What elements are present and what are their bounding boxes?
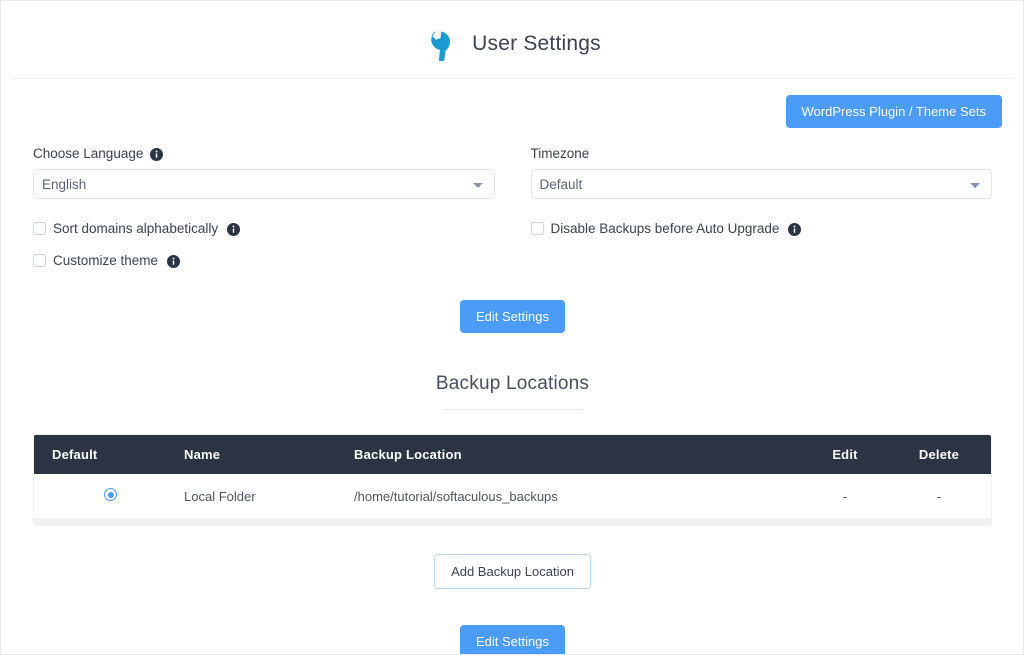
edit-settings-row-top: Edit Settings xyxy=(23,300,1002,333)
sort-domains-label: Sort domains alphabetically xyxy=(53,221,219,236)
language-label: Choose Language xyxy=(33,146,495,161)
edit-settings-button-top[interactable]: Edit Settings xyxy=(460,300,565,333)
backup-locations-table-wrap: Default Name Backup Location Edit Delete xyxy=(33,434,992,526)
language-label-text: Choose Language xyxy=(33,146,144,161)
backup-locations-heading: Backup Locations xyxy=(23,373,1002,410)
wordpress-plugin-theme-sets-button[interactable]: WordPress Plugin / Theme Sets xyxy=(785,95,1002,128)
timezone-label-text: Timezone xyxy=(530,146,590,161)
column-header-delete: Delete xyxy=(887,435,991,474)
sort-domains-checkbox[interactable] xyxy=(33,222,46,235)
table-head: Default Name Backup Location Edit Delete xyxy=(34,435,991,474)
info-icon[interactable] xyxy=(150,148,164,161)
page-body: WordPress Plugin / Theme Sets Choose Lan… xyxy=(11,79,1014,654)
customize-theme-checkbox[interactable] xyxy=(33,254,46,267)
form-column-right: Timezone Default Disable Backups before … xyxy=(530,146,993,268)
page-header: User Settings xyxy=(11,10,1014,79)
disable-backups-row: Disable Backups before Auto Upgrade xyxy=(530,221,993,236)
heading-divider xyxy=(442,409,583,410)
user-settings-page: User Settings WordPress Plugin / Theme S… xyxy=(0,0,1024,655)
form-column-left: Choose Language English Sort domains alp… xyxy=(33,146,495,268)
sort-domains-label-wrap[interactable]: Sort domains alphabetically xyxy=(33,221,218,236)
disable-backups-label-wrap[interactable]: Disable Backups before Auto Upgrade xyxy=(530,221,780,236)
backup-locations-title: Backup Locations xyxy=(435,373,590,394)
column-header-name: Name xyxy=(184,435,354,474)
sort-domains-row: Sort domains alphabetically xyxy=(33,221,495,236)
info-icon[interactable] xyxy=(788,223,802,236)
settings-form: Choose Language English Sort domains alp… xyxy=(23,146,1002,268)
cell-default-radio xyxy=(34,474,184,518)
add-backup-location-row: Add Backup Location xyxy=(23,554,1002,589)
backup-locations-table: Default Name Backup Location Edit Delete xyxy=(34,435,991,518)
table-header-row: Default Name Backup Location Edit Delete xyxy=(34,435,991,474)
customize-theme-label: Customize theme xyxy=(53,253,159,268)
table-horizontal-scrollbar[interactable] xyxy=(34,518,991,525)
page-title: User Settings xyxy=(472,32,601,55)
timezone-label: Timezone xyxy=(531,146,993,161)
customize-theme-row: Customize theme xyxy=(33,253,495,268)
column-header-edit: Edit xyxy=(803,435,887,474)
page-inner: User Settings WordPress Plugin / Theme S… xyxy=(11,10,1014,654)
wrench-icon xyxy=(431,30,451,61)
edit-settings-button-bottom[interactable]: Edit Settings xyxy=(460,625,565,654)
toolbar: WordPress Plugin / Theme Sets xyxy=(23,95,1002,128)
info-icon[interactable] xyxy=(167,255,181,268)
info-icon[interactable] xyxy=(227,223,241,236)
cell-name: Local Folder xyxy=(184,474,354,518)
customize-theme-label-wrap[interactable]: Customize theme xyxy=(33,253,158,268)
disable-backups-checkbox[interactable] xyxy=(530,222,544,235)
column-header-default: Default xyxy=(34,435,184,474)
edit-settings-row-bottom: Edit Settings xyxy=(23,625,1002,654)
language-select[interactable]: English xyxy=(33,169,495,199)
cell-edit: - xyxy=(803,474,887,518)
timezone-select[interactable]: Default xyxy=(530,169,992,199)
add-backup-location-button[interactable]: Add Backup Location xyxy=(434,554,591,589)
default-location-radio[interactable] xyxy=(104,488,117,501)
cell-delete: - xyxy=(887,474,991,518)
table-row: Local Folder /home/tutorial/softaculous_… xyxy=(34,474,991,518)
disable-backups-label: Disable Backups before Auto Upgrade xyxy=(550,221,780,236)
column-header-backup-location: Backup Location xyxy=(354,435,803,474)
cell-backup-location: /home/tutorial/softaculous_backups xyxy=(354,474,803,518)
table-body: Local Folder /home/tutorial/softaculous_… xyxy=(34,474,991,518)
